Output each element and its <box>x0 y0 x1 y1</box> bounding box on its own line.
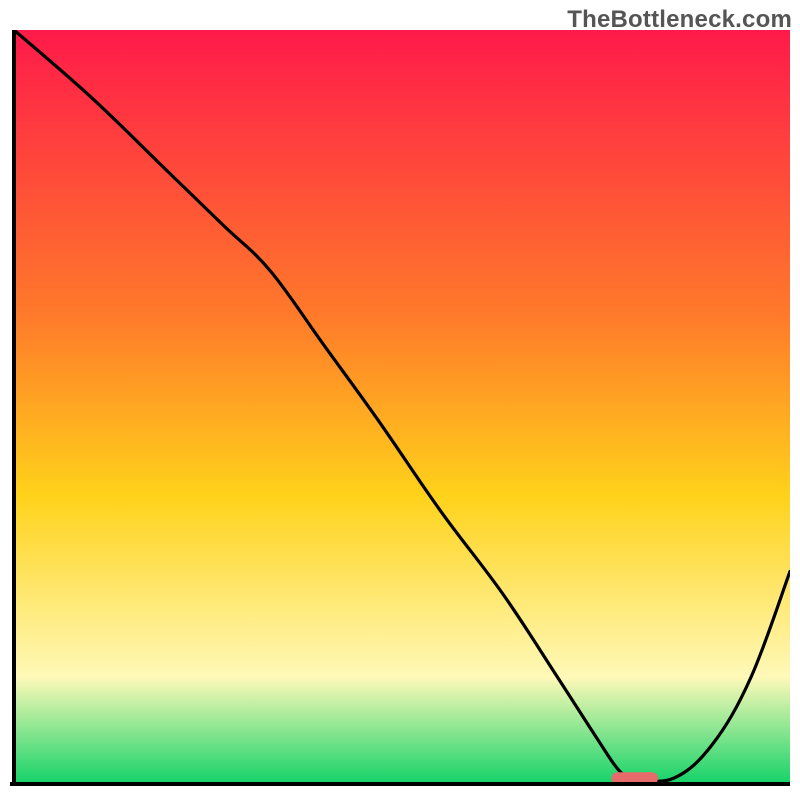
plot-area <box>10 30 790 790</box>
chart-container: TheBottleneck.com <box>0 0 800 800</box>
gradient-background <box>14 30 790 782</box>
chart-svg <box>10 30 790 790</box>
